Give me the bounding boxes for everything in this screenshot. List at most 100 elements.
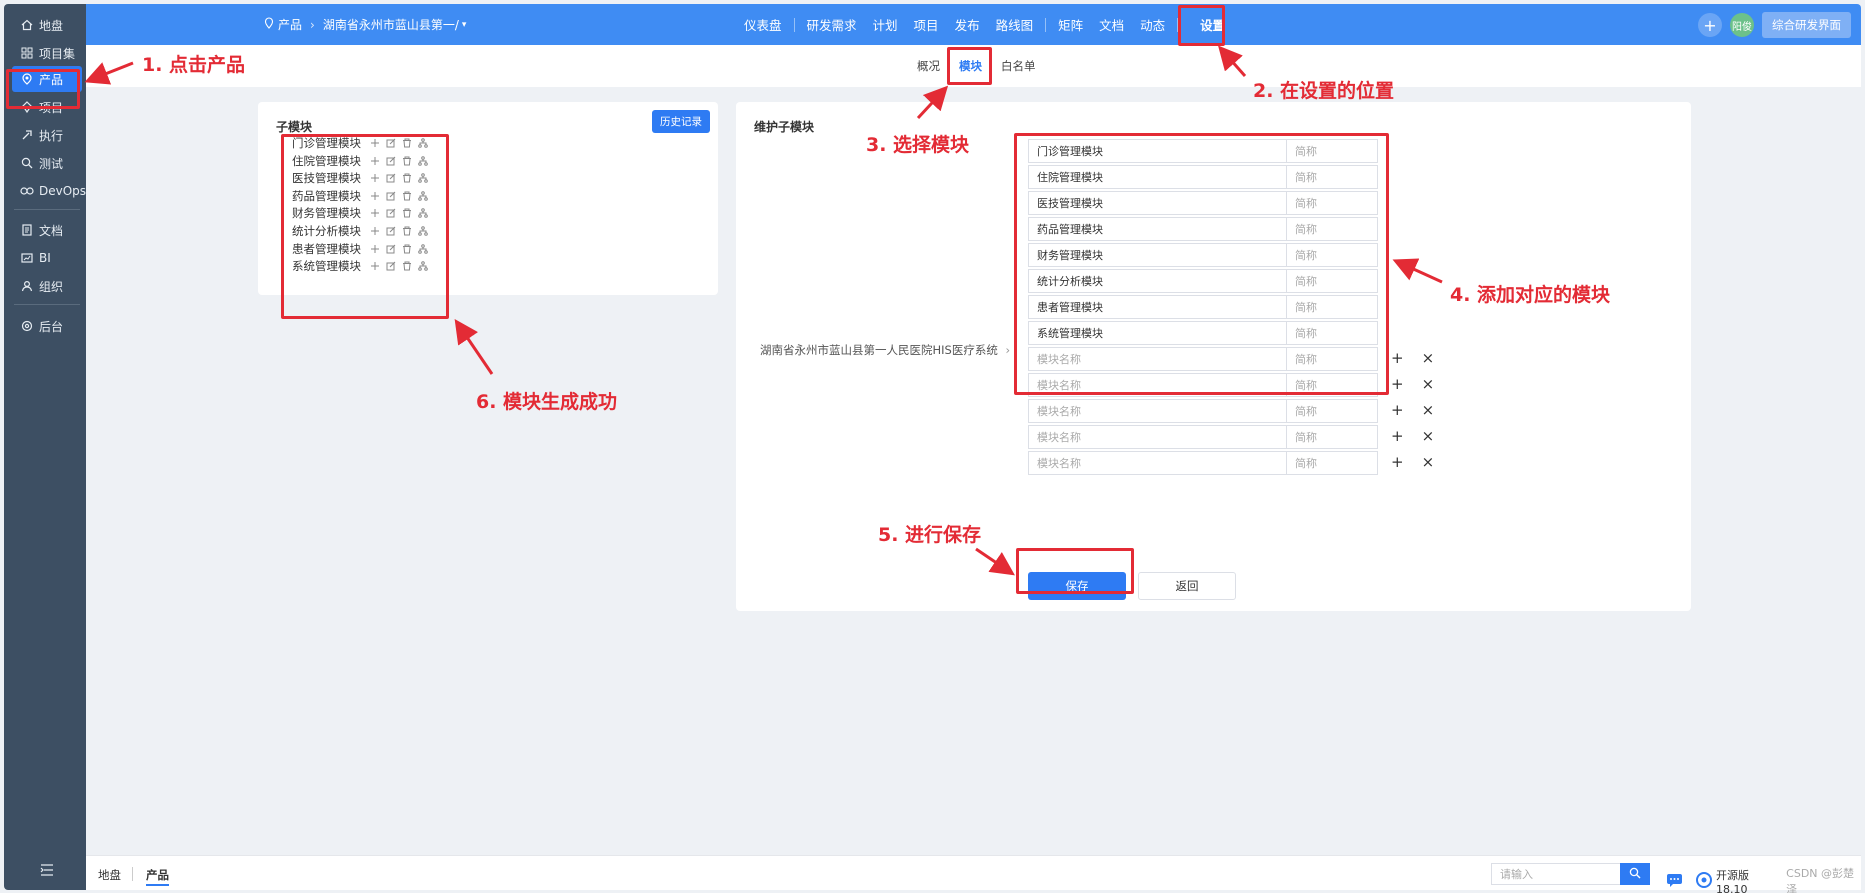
breadcrumb: 产品 › 湖南省永州市蓝山县第一/ ▾ xyxy=(264,16,466,33)
row-actions: + × xyxy=(1391,427,1434,445)
module-short-name-input[interactable]: 简称 xyxy=(1286,425,1378,449)
highlight-product xyxy=(6,69,80,109)
grid-icon xyxy=(20,46,34,60)
empty-module-input-row: 模块名称 简称 xyxy=(1028,451,1378,475)
sidebar-item-program[interactable]: 项目集 xyxy=(12,40,82,66)
chevron-right-icon: › xyxy=(1005,343,1011,357)
sidebar-item-label: 执行 xyxy=(39,128,64,143)
top-navbar: 产品 › 湖南省永州市蓝山县第一/ ▾ 仪表盘 研发需求 计划 项目 发布 路线… xyxy=(86,4,1861,45)
sidebar-item-label: 文档 xyxy=(39,223,64,238)
add-row-icon[interactable]: + xyxy=(1391,401,1404,419)
zentao-logo-icon xyxy=(1696,871,1712,891)
devops-icon xyxy=(20,184,34,198)
chevron-down-icon: ▾ xyxy=(461,19,467,30)
sidebar-item-admin[interactable]: 后台 xyxy=(12,313,82,339)
annotation-step-1: 1. 点击产品 xyxy=(142,54,246,76)
search-input[interactable]: 请输入 xyxy=(1491,863,1621,885)
nav-divider xyxy=(1045,17,1047,32)
add-row-icon[interactable]: + xyxy=(1391,349,1404,367)
sidebar-divider xyxy=(14,209,80,210)
history-button[interactable]: 历史记录 xyxy=(652,110,710,133)
annotation-step-3: 3. 选择模块 xyxy=(866,134,970,156)
card-title: 子模块 xyxy=(276,120,313,134)
row-actions: + × xyxy=(1391,375,1434,393)
execute-icon xyxy=(20,128,34,142)
watermark: CSDN @彭楚泽 xyxy=(1786,867,1855,893)
product-switcher[interactable]: 湖南省永州市蓝山县第一/ xyxy=(323,16,459,33)
top-right-tools: + 阳俊 综合研发界面 xyxy=(1698,12,1851,38)
home-icon xyxy=(20,18,34,32)
back-button[interactable]: 返回 xyxy=(1138,572,1236,600)
remove-row-icon[interactable]: × xyxy=(1422,349,1435,367)
sidebar-item-org[interactable]: 组织 xyxy=(12,273,82,299)
footer-bar: 地盘 产品 请输入 开源版18.10 CSDN @彭楚泽 xyxy=(86,855,1861,893)
breadcrumb-root[interactable]: 产品 xyxy=(278,16,302,33)
search-button[interactable] xyxy=(1620,863,1650,885)
product-path-text: 湖南省永州市蓝山县第一人民医院HIS医疗系统 xyxy=(760,343,998,357)
tab-overview[interactable]: 概况 xyxy=(917,58,940,74)
nav-doc[interactable]: 文档 xyxy=(1091,15,1132,34)
remove-row-icon[interactable]: × xyxy=(1422,427,1435,445)
add-row-icon[interactable]: + xyxy=(1391,375,1404,393)
empty-module-input-row: 模块名称 简称 xyxy=(1028,425,1378,449)
switch-interface-button[interactable]: 综合研发界面 xyxy=(1762,12,1851,38)
sidebar-item-label: 测试 xyxy=(39,156,64,171)
sidebar-item-doc[interactable]: 文档 xyxy=(12,217,82,243)
version-info[interactable]: 开源版18.10 xyxy=(1696,867,1776,893)
annotation-step-2: 2. 在设置的位置 xyxy=(1253,80,1395,102)
footer-tab-dashboard[interactable]: 地盘 xyxy=(98,867,121,883)
empty-module-input-row: 模块名称 简称 xyxy=(1028,399,1378,423)
sidebar-item-label: DevOps xyxy=(39,184,87,198)
nav-matrix[interactable]: 矩阵 xyxy=(1050,15,1091,34)
org-icon xyxy=(20,279,34,293)
row-actions: + × xyxy=(1391,349,1434,367)
version-text: 开源版18.10 xyxy=(1716,868,1749,893)
remove-row-icon[interactable]: × xyxy=(1422,375,1435,393)
sidebar-divider xyxy=(14,304,80,305)
add-row-icon[interactable]: + xyxy=(1391,453,1404,471)
sidebar-item-label: 地盘 xyxy=(39,18,64,33)
sidebar-item-execution[interactable]: 执行 xyxy=(12,122,82,148)
chat-icon[interactable] xyxy=(1666,872,1686,891)
bi-icon xyxy=(20,251,34,265)
annotation-step-4: 4. 添加对应的模块 xyxy=(1450,284,1611,306)
sidebar-item-devops[interactable]: DevOps xyxy=(12,178,86,204)
sidebar-item-label: 后台 xyxy=(39,319,64,334)
doc-icon xyxy=(20,223,34,237)
module-short-name-input[interactable]: 简称 xyxy=(1286,451,1378,475)
nav-plan[interactable]: 计划 xyxy=(865,15,906,34)
sidebar-item-dashboard[interactable]: 地盘 xyxy=(12,12,82,38)
search-icon xyxy=(1629,867,1641,882)
highlight-save xyxy=(1016,548,1134,594)
row-actions: + × xyxy=(1391,401,1434,419)
menu-collapse-icon[interactable] xyxy=(40,864,54,876)
row-actions: + × xyxy=(1391,453,1434,471)
sidebar: 地盘 项目集 产品 项目 执行 测试 DevOps 文档 BI 组织 后台 xyxy=(4,4,86,890)
nav-project[interactable]: 项目 xyxy=(906,15,947,34)
module-short-name-input[interactable]: 简称 xyxy=(1286,399,1378,423)
highlight-module-tree xyxy=(281,134,449,319)
remove-row-icon[interactable]: × xyxy=(1422,453,1435,471)
footer-divider xyxy=(132,867,133,881)
sidebar-item-bi[interactable]: BI xyxy=(12,245,82,271)
footer-tab-product[interactable]: 产品 xyxy=(146,867,169,886)
add-row-icon[interactable]: + xyxy=(1391,427,1404,445)
product-path: 湖南省永州市蓝山县第一人民医院HIS医疗系统 › xyxy=(760,342,1010,358)
nav-requirements[interactable]: 研发需求 xyxy=(799,15,865,34)
remove-row-icon[interactable]: × xyxy=(1422,401,1435,419)
nav-dynamic[interactable]: 动态 xyxy=(1132,15,1173,34)
avatar[interactable]: 阳俊 xyxy=(1730,13,1754,37)
footer-right: 开源版18.10 CSDN @彭楚泽 xyxy=(1666,865,1861,893)
nav-dashboard[interactable]: 仪表盘 xyxy=(736,15,790,34)
nav-roadmap[interactable]: 路线图 xyxy=(988,15,1042,34)
module-name-input[interactable]: 模块名称 xyxy=(1028,451,1286,475)
test-icon xyxy=(20,156,34,170)
create-plus-icon[interactable]: + xyxy=(1698,13,1722,37)
sidebar-item-test[interactable]: 测试 xyxy=(12,150,82,176)
module-name-input[interactable]: 模块名称 xyxy=(1028,425,1286,449)
nav-release[interactable]: 发布 xyxy=(947,15,988,34)
module-name-input[interactable]: 模块名称 xyxy=(1028,399,1286,423)
tab-whitelist[interactable]: 白名单 xyxy=(1001,58,1036,74)
annotation-step-6: 6. 模块生成成功 xyxy=(476,391,618,413)
highlight-module-inputs xyxy=(1014,133,1389,395)
